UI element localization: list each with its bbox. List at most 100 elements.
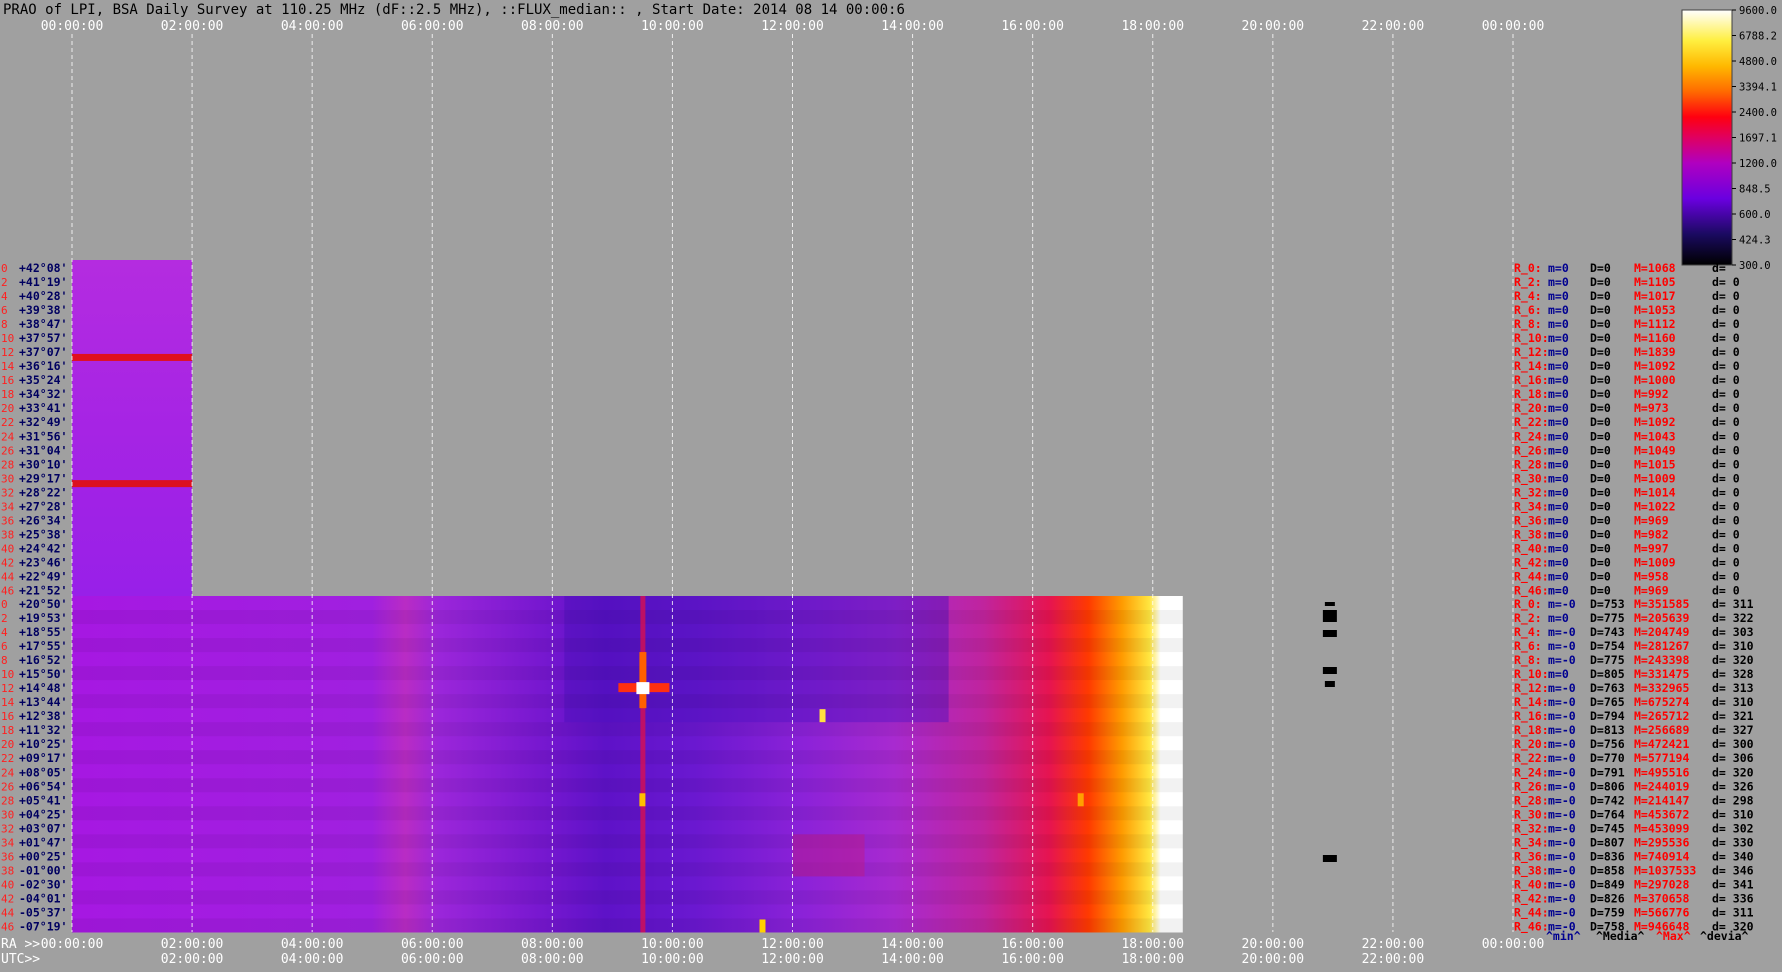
- stat-row-id: R_6:: [1514, 639, 1542, 654]
- stat-median: D=0: [1590, 373, 1611, 387]
- ra-tick-label: 14:00:00: [881, 937, 944, 952]
- stat-deviation: d= 310: [1712, 639, 1754, 653]
- chart-title: PRAO of LPI, BSA Daily Survey at 110.25 …: [3, 2, 905, 18]
- declination-label: +37°57': [19, 331, 67, 345]
- stat-median: D=753: [1590, 597, 1625, 611]
- stat-deviation: d= 311: [1712, 597, 1754, 611]
- stat-median: D=0: [1590, 401, 1611, 415]
- stat-max: M=1043: [1634, 429, 1676, 443]
- stat-median: D=807: [1590, 835, 1625, 849]
- black-mark: [1322, 855, 1337, 862]
- utc-tick-label: 12:00:00: [761, 952, 824, 967]
- stat-row-id: R_2:: [1514, 611, 1542, 626]
- stat-median: D=0: [1590, 583, 1611, 597]
- declination-label: +37°07': [19, 345, 67, 359]
- stat-max: M=370658: [1634, 891, 1689, 905]
- stat-deviation: d= 0: [1712, 373, 1740, 387]
- row-number: 2: [1, 276, 8, 289]
- ra-tick-label: 04:00:00: [281, 937, 344, 952]
- stat-deviation: d= 0: [1712, 513, 1740, 527]
- stat-row-id: R_8:: [1514, 653, 1542, 668]
- colorbar-tick-label: 9600.0: [1739, 5, 1777, 17]
- row-number: 18: [1, 724, 14, 737]
- stat-max: M=740914: [1634, 849, 1689, 863]
- stat-max: M=1092: [1634, 359, 1676, 373]
- stat-median: D=0: [1590, 359, 1611, 373]
- stat-min: m=-0: [1548, 863, 1576, 877]
- stat-min: m=0: [1548, 555, 1569, 569]
- stat-max: M=1017: [1634, 289, 1676, 303]
- stat-deviation: d= 311: [1712, 905, 1754, 919]
- stat-max: M=332965: [1634, 681, 1689, 695]
- declination-label: +08°05': [19, 765, 67, 779]
- stat-min: m=-0: [1548, 821, 1576, 835]
- stat-median: D=0: [1590, 555, 1611, 569]
- stat-deviation: d= 0: [1712, 471, 1740, 485]
- utc-tick-label: 08:00:00: [521, 952, 584, 967]
- colorbar-tick-label: 1200.0: [1739, 158, 1777, 170]
- lower-row-stripe: [72, 694, 1183, 709]
- stat-median: D=0: [1590, 289, 1611, 303]
- ra-tick-label: 00:00:00: [1482, 937, 1545, 952]
- row-number: 40: [1, 542, 14, 555]
- stat-deviation: d= 303: [1712, 625, 1754, 639]
- row-number: 14: [1, 696, 15, 709]
- stat-median: D=0: [1590, 443, 1611, 457]
- stat-min: m=0: [1548, 471, 1569, 485]
- stat-min: m=0: [1548, 359, 1569, 373]
- stat-min: m=0: [1548, 289, 1569, 303]
- stat-deviation: d= 0: [1712, 345, 1740, 359]
- row-number: 44: [1, 570, 15, 583]
- declination-label: +03°07': [19, 821, 67, 835]
- stat-deviation: d= 313: [1712, 681, 1754, 695]
- row-number: 26: [1, 444, 14, 457]
- stat-median: D=754: [1590, 639, 1625, 653]
- row-number: 36: [1, 514, 14, 527]
- stat-deviation: d= 346: [1712, 863, 1754, 877]
- declination-label: +16°52': [19, 653, 67, 667]
- stat-row-id: R_18:: [1514, 387, 1549, 402]
- stat-median: D=0: [1590, 261, 1611, 275]
- stat-row-id: R_26:: [1514, 779, 1549, 794]
- noise-band: [792, 834, 865, 877]
- row-number: 8: [1, 654, 8, 667]
- colorbar-tick-label: 4800.0: [1739, 56, 1777, 68]
- row-number: 8: [1, 318, 8, 331]
- row-number: 34: [1, 836, 15, 849]
- row-number: 30: [1, 808, 14, 821]
- stat-min: m=0: [1548, 527, 1569, 541]
- stat-min: m=-0: [1548, 765, 1576, 779]
- stat-deviation: d= 321: [1712, 709, 1754, 723]
- ra-tick-label: 06:00:00: [401, 937, 464, 952]
- row-number: 10: [1, 668, 14, 681]
- row-number: 18: [1, 388, 14, 401]
- stat-median: D=763: [1590, 681, 1625, 695]
- stat-median: D=805: [1590, 667, 1625, 681]
- stat-row-id: R_22:: [1514, 751, 1549, 766]
- colorbar-tick-label: 6788.2: [1739, 31, 1777, 43]
- stat-max: M=214147: [1634, 793, 1689, 807]
- utc-tick-label: 20:00:00: [1242, 952, 1305, 967]
- stat-min: m=-0: [1548, 807, 1576, 821]
- stat-row-id: R_6:: [1514, 303, 1542, 318]
- ra-tick-label: 02:00:00: [161, 937, 224, 952]
- stat-median: D=836: [1590, 849, 1625, 863]
- stat-row-id: R_42:: [1514, 555, 1549, 570]
- stat-min: m=0: [1548, 443, 1569, 457]
- stat-min: m=-0: [1548, 751, 1576, 765]
- row-number: 12: [1, 682, 14, 695]
- stat-median: D=0: [1590, 345, 1611, 359]
- colorbar: [1681, 9, 1733, 266]
- stat-deviation: d= 0: [1712, 317, 1740, 331]
- stat-row-id: R_46:: [1514, 919, 1549, 934]
- declination-label: +36°16': [19, 359, 67, 373]
- stat-deviation: d= 0: [1712, 415, 1740, 429]
- stat-max: M=969: [1634, 513, 1669, 527]
- stat-max: M=204749: [1634, 625, 1689, 639]
- stat-max: M=992: [1634, 387, 1669, 401]
- lower-row-stripe: [72, 610, 1183, 625]
- utc-tick-label: 04:00:00: [281, 952, 344, 967]
- stat-median: D=0: [1590, 415, 1611, 429]
- stat-median: D=743: [1590, 625, 1625, 639]
- lower-row-stripe: [72, 666, 1183, 681]
